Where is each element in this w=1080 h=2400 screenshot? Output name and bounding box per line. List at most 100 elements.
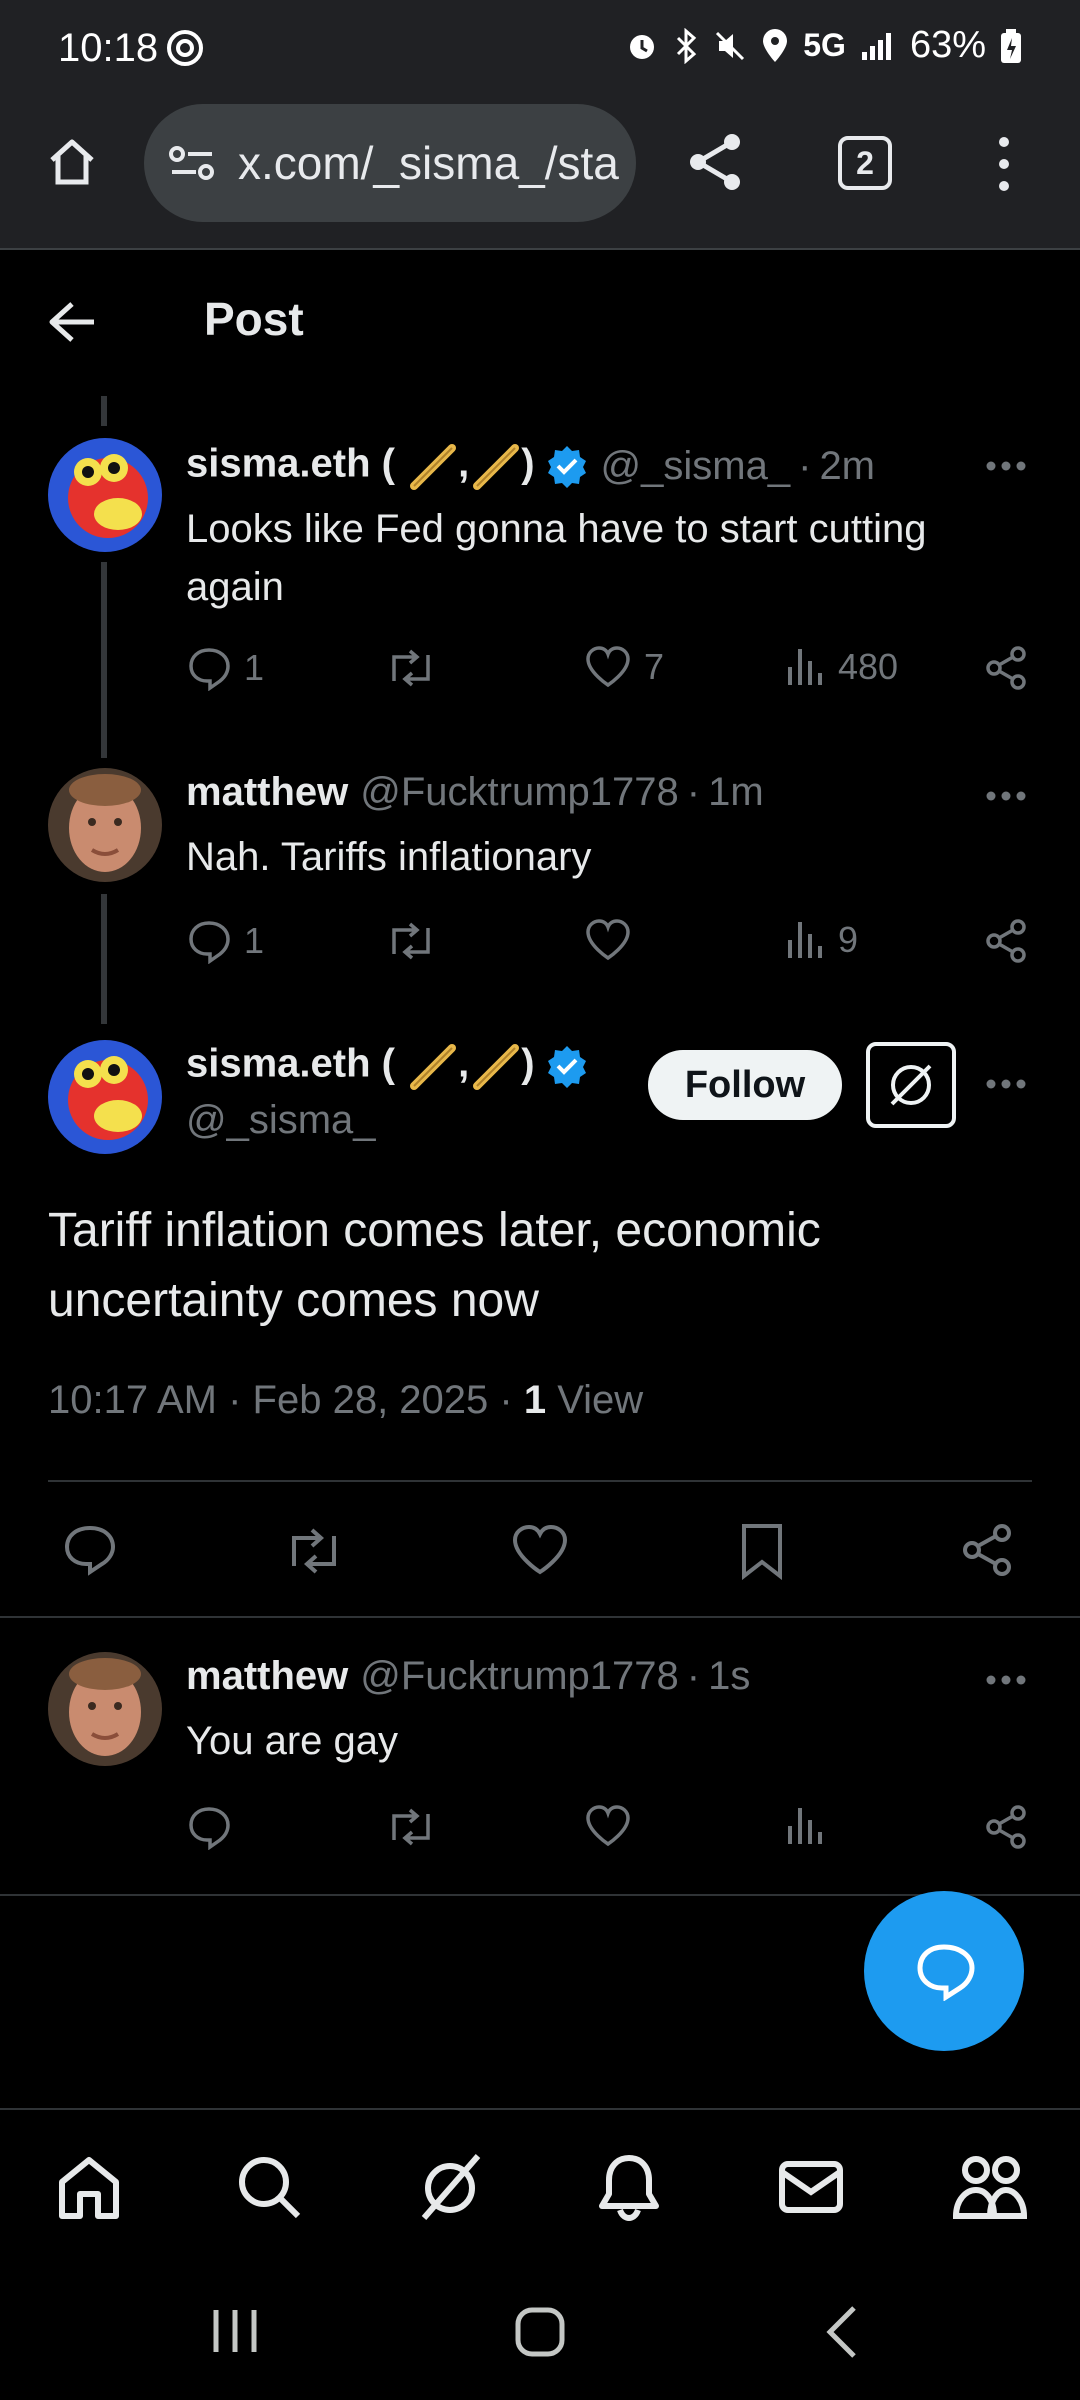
heart-icon[interactable] bbox=[511, 1524, 569, 1576]
main-post-actions bbox=[0, 1516, 1080, 1586]
display-name[interactable]: sisma.eth ( ,) bbox=[186, 1040, 535, 1092]
timestamp[interactable]: 1m bbox=[708, 770, 764, 815]
more-options-icon[interactable] bbox=[986, 1078, 1026, 1090]
reply-button[interactable]: 1 bbox=[186, 645, 264, 691]
flute-emoji-icon bbox=[473, 444, 520, 490]
page-title: Post bbox=[204, 293, 304, 345]
avatar[interactable] bbox=[48, 1652, 162, 1766]
tweet-header: sisma.eth ( ,) @_sisma_ · 2m bbox=[186, 440, 875, 492]
tab-count: 2 bbox=[856, 144, 874, 181]
divider bbox=[48, 1480, 1032, 1482]
reply-button[interactable] bbox=[186, 1804, 232, 1850]
grok-icon bbox=[890, 1064, 932, 1106]
like-button[interactable] bbox=[584, 918, 632, 962]
communities-icon[interactable] bbox=[952, 2152, 1028, 2222]
avatar[interactable] bbox=[48, 768, 162, 882]
verified-badge-icon bbox=[547, 446, 586, 488]
reply-icon[interactable] bbox=[62, 1524, 118, 1576]
system-home-icon[interactable] bbox=[514, 2306, 566, 2358]
reply-icon bbox=[189, 648, 230, 691]
repost-button[interactable] bbox=[384, 1804, 438, 1850]
tweet-header: matthew @Fucktrump1778 · 1m bbox=[186, 770, 764, 815]
view-count: 480 bbox=[838, 646, 899, 687]
display-name[interactable]: matthew bbox=[186, 770, 348, 815]
share-icon[interactable] bbox=[960, 1522, 1016, 1578]
browser-menu-icon[interactable] bbox=[992, 134, 1016, 194]
grok-icon[interactable] bbox=[412, 2152, 488, 2222]
handle[interactable]: @Fucktrump1778 bbox=[360, 770, 679, 815]
site-settings-icon bbox=[169, 146, 214, 180]
bluetooth-icon bbox=[677, 27, 697, 64]
handle[interactable]: @Fucktrump1778 bbox=[360, 1654, 679, 1699]
status-time: 10:18 bbox=[58, 26, 159, 70]
mute-icon bbox=[716, 31, 745, 60]
like-button[interactable] bbox=[584, 1804, 632, 1848]
views-button[interactable]: 9 bbox=[786, 918, 858, 962]
tweet-actions: 1 7 480 bbox=[186, 645, 1036, 705]
display-name[interactable]: matthew bbox=[186, 1654, 348, 1699]
like-button[interactable]: 7 bbox=[584, 645, 664, 689]
reply-icon bbox=[189, 921, 230, 964]
avatar[interactable] bbox=[48, 438, 162, 552]
views-icon bbox=[788, 649, 822, 685]
views-label: View bbox=[546, 1378, 644, 1422]
signal-icon bbox=[861, 32, 891, 60]
notifications-icon[interactable] bbox=[596, 2152, 662, 2222]
more-options-icon[interactable] bbox=[986, 460, 1026, 472]
views-button[interactable]: 480 bbox=[786, 645, 898, 689]
follow-button[interactable]: Follow bbox=[648, 1050, 842, 1120]
share-button[interactable] bbox=[984, 645, 1030, 691]
flute-emoji-icon bbox=[410, 1044, 457, 1090]
grok-button[interactable] bbox=[866, 1042, 956, 1128]
like-count: 7 bbox=[644, 646, 665, 687]
post-header: Post bbox=[0, 252, 1080, 392]
handle[interactable]: @_sisma_ bbox=[601, 444, 791, 489]
search-icon[interactable] bbox=[234, 2152, 304, 2222]
messages-icon[interactable] bbox=[776, 2152, 846, 2222]
timestamp[interactable]: 1s bbox=[708, 1654, 750, 1699]
reply-count: 1 bbox=[244, 647, 265, 688]
avatar[interactable] bbox=[48, 1040, 162, 1154]
display-name[interactable]: sisma.eth ( ,) bbox=[186, 440, 535, 492]
view-count: 9 bbox=[838, 919, 859, 960]
views-button[interactable] bbox=[786, 1804, 826, 1848]
more-options-icon[interactable] bbox=[986, 790, 1026, 802]
tweet-text: You are gay bbox=[186, 1719, 399, 1763]
repost-button[interactable] bbox=[384, 645, 438, 691]
tab-switcher-button[interactable]: 2 bbox=[838, 136, 892, 190]
browser-home-icon[interactable] bbox=[44, 134, 100, 190]
divider bbox=[0, 1616, 1080, 1618]
views-icon bbox=[788, 1808, 822, 1844]
battery-level: 63% bbox=[909, 24, 986, 66]
reply-button[interactable]: 1 bbox=[186, 918, 264, 964]
post-timestamp[interactable]: 10:17 AM · Feb 28, 2025 · bbox=[48, 1378, 524, 1422]
network-label: 5G bbox=[803, 27, 846, 63]
system-back-icon[interactable] bbox=[824, 2304, 860, 2360]
bookmark-icon[interactable] bbox=[738, 1522, 786, 1580]
heart-icon bbox=[586, 1805, 630, 1847]
reply-icon bbox=[189, 1807, 230, 1850]
repost-icon bbox=[392, 649, 430, 687]
flute-emoji-icon bbox=[473, 1044, 520, 1090]
repost-button[interactable] bbox=[384, 918, 438, 964]
compose-reply-button[interactable] bbox=[864, 1891, 1024, 2051]
more-options-icon[interactable] bbox=[986, 1674, 1026, 1686]
thread-line bbox=[101, 562, 107, 758]
share-button[interactable] bbox=[984, 1804, 1030, 1850]
browser-share-icon[interactable] bbox=[684, 130, 746, 194]
main-post-text: Tariff inflation comes later, economic u… bbox=[48, 1204, 821, 1327]
repost-icon bbox=[392, 1808, 430, 1846]
repost-icon[interactable] bbox=[282, 1524, 346, 1578]
flute-emoji-icon bbox=[410, 444, 457, 490]
post-meta: 10:17 AM · Feb 28, 2025 · 1 View bbox=[48, 1378, 643, 1423]
timestamp[interactable]: 2m bbox=[819, 444, 875, 489]
share-button[interactable] bbox=[984, 918, 1030, 964]
share-icon bbox=[986, 1805, 1026, 1849]
url-bar[interactable]: x.com/_sisma_/sta bbox=[144, 104, 636, 222]
home-icon[interactable] bbox=[54, 2152, 124, 2222]
back-arrow-icon[interactable] bbox=[48, 300, 98, 344]
main-post-handle-row: @_sisma_ bbox=[186, 1098, 376, 1143]
recent-apps-icon[interactable] bbox=[210, 2308, 260, 2354]
browser-toolbar: x.com/_sisma_/sta 2 bbox=[0, 100, 1080, 250]
handle[interactable]: @_sisma_ bbox=[186, 1098, 376, 1143]
